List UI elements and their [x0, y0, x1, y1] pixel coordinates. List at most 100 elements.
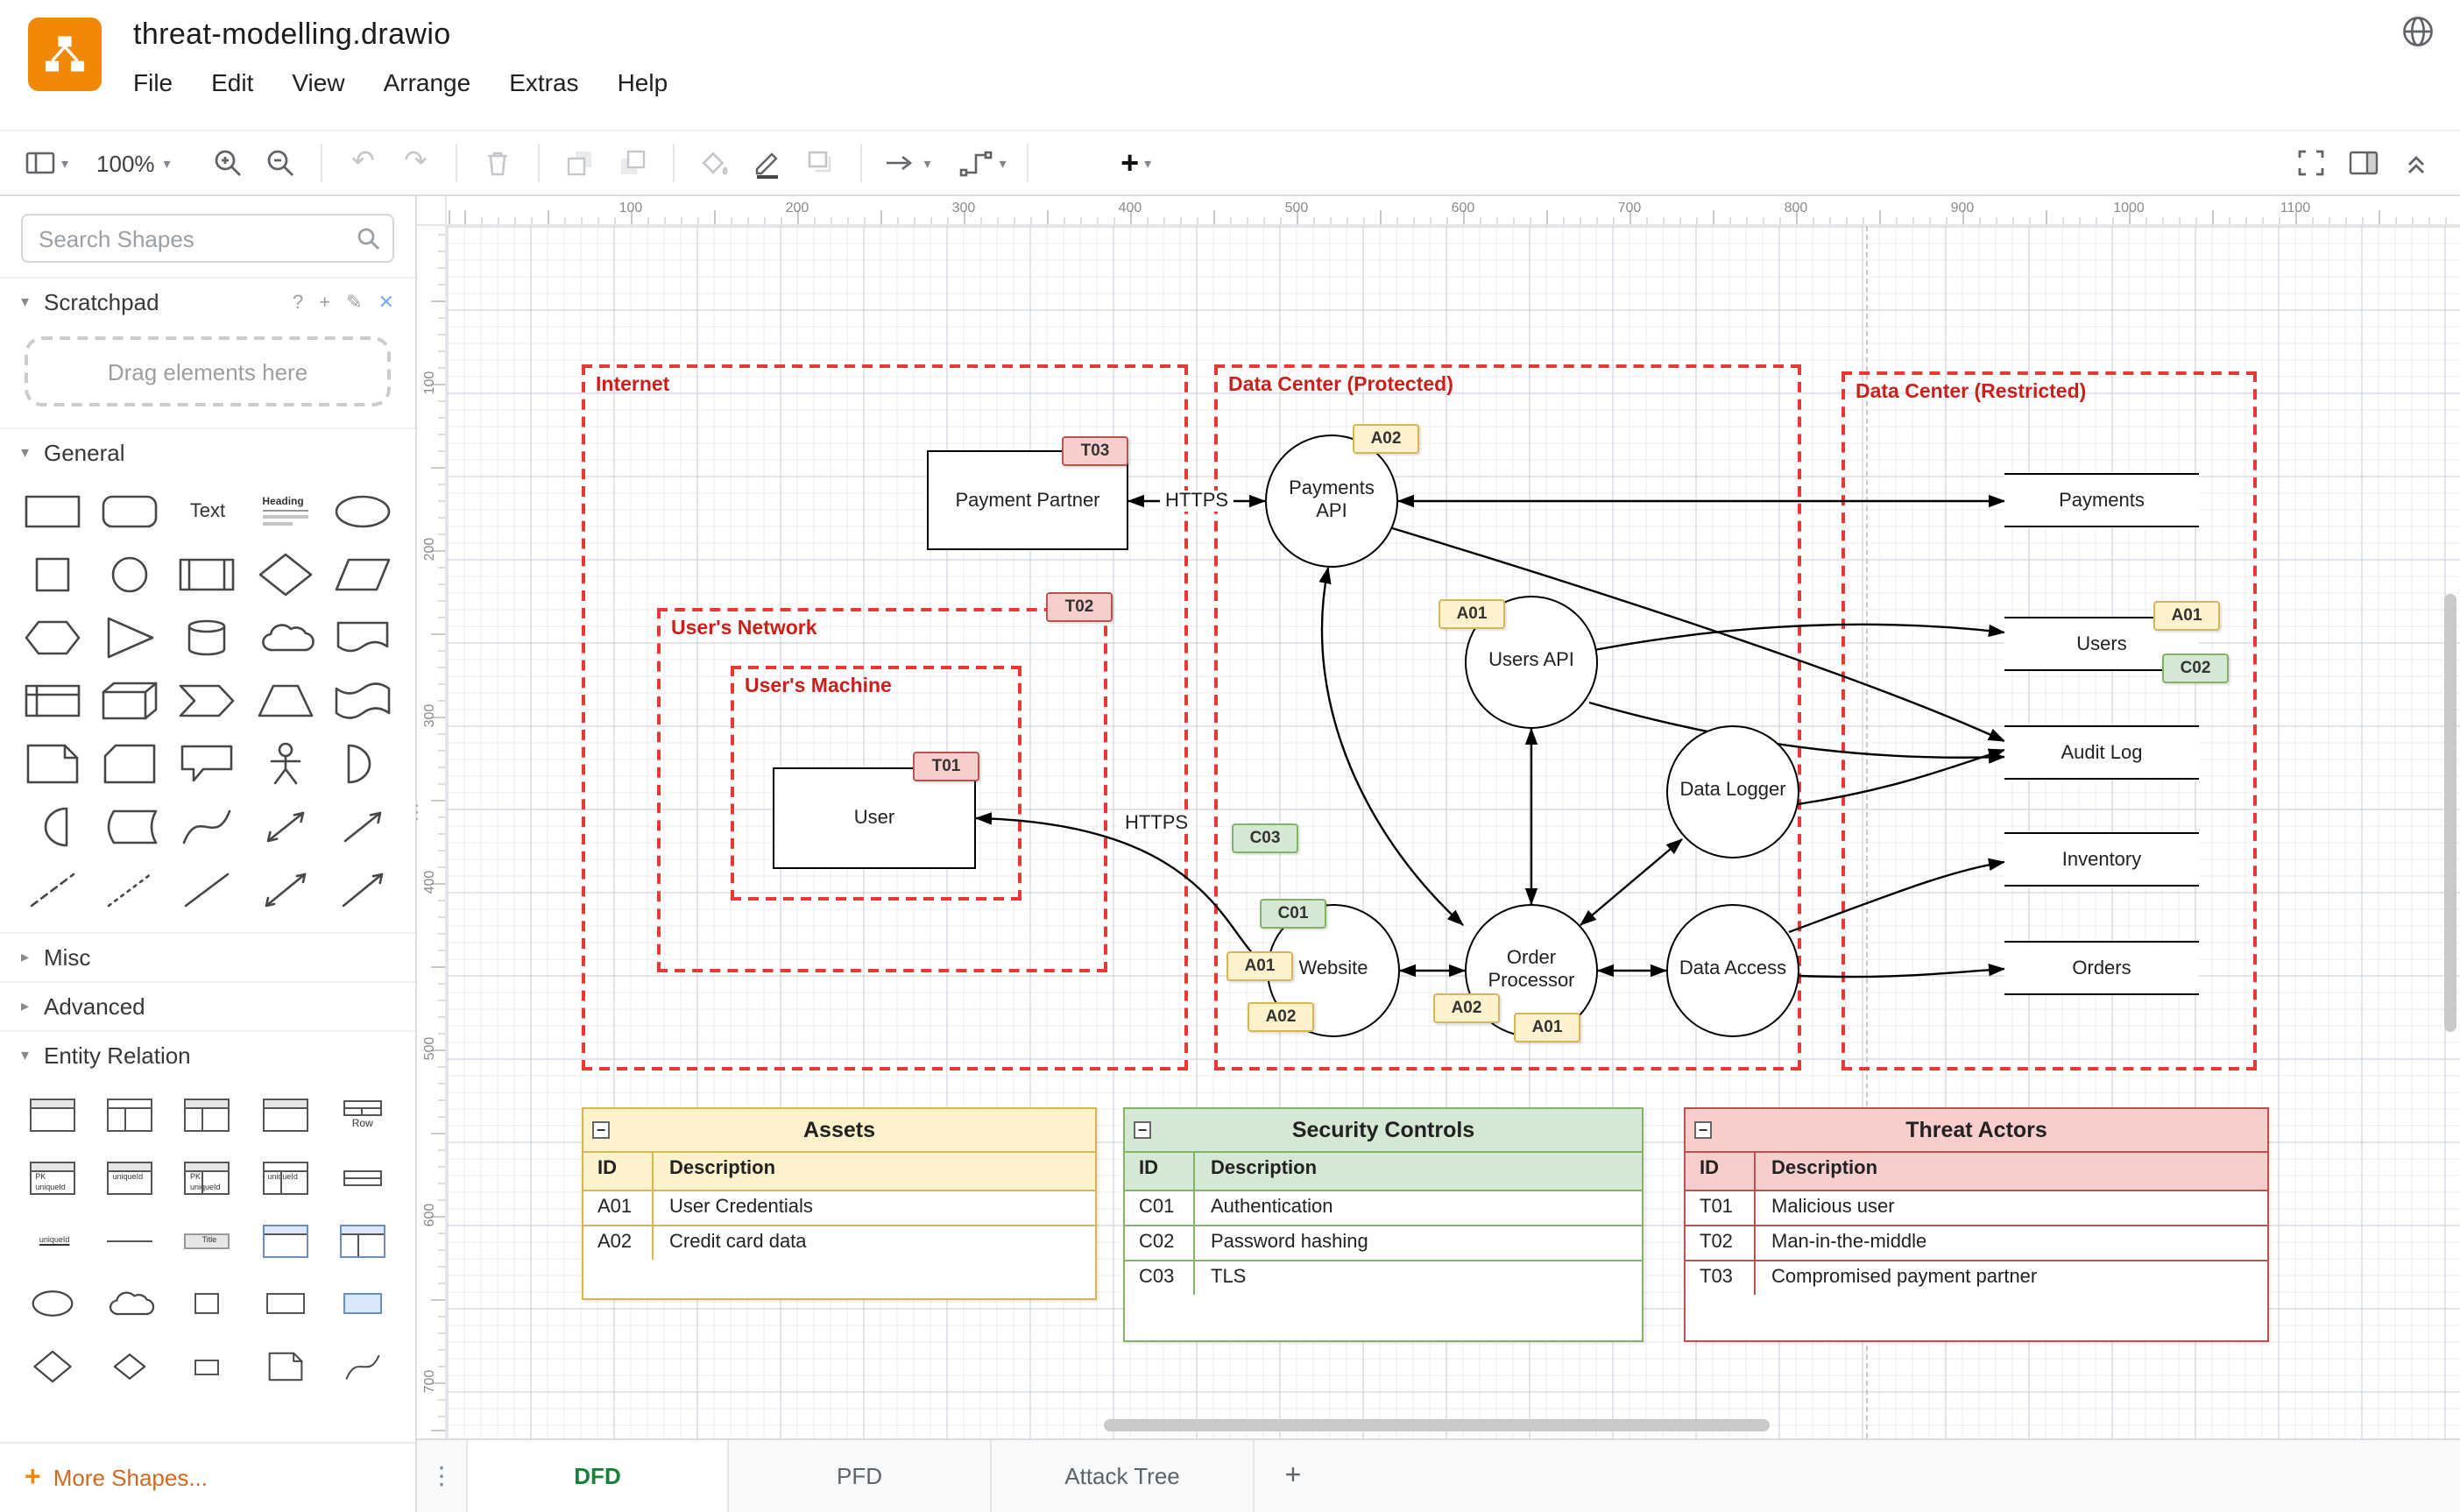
store-inventory[interactable]: Inventory — [2004, 832, 2199, 887]
shape-rounded-rectangle[interactable] — [91, 480, 168, 543]
shape-actor[interactable] — [246, 732, 323, 795]
shape-callout[interactable] — [169, 732, 246, 795]
section-entity-relation[interactable]: ▾ Entity Relation — [0, 1030, 415, 1079]
drawio-logo-icon[interactable] — [28, 18, 102, 91]
scratchpad-add-icon[interactable]: + — [319, 292, 330, 313]
table-row[interactable]: T01Malicious user — [1686, 1190, 2267, 1225]
store-audit-log[interactable]: Audit Log — [2004, 725, 2199, 780]
shape-rectangle[interactable] — [14, 480, 91, 543]
shape-process[interactable] — [169, 543, 246, 606]
er-shape-entity-blue[interactable] — [324, 1272, 401, 1335]
menu-edit[interactable]: Edit — [211, 68, 253, 96]
er-shape-table-unique[interactable]: uniqueId — [91, 1146, 168, 1209]
horizontal-scrollbar[interactable] — [1104, 1419, 1770, 1431]
scratchpad-close-icon[interactable]: ✕ — [378, 291, 394, 314]
table-row[interactable]: T02Man-in-the-middle — [1686, 1225, 2267, 1260]
menu-extras[interactable]: Extras — [509, 68, 578, 96]
er-shape-item[interactable] — [169, 1335, 246, 1398]
er-shape-note[interactable] — [246, 1335, 323, 1398]
shape-line[interactable] — [169, 858, 246, 922]
to-front-button[interactable] — [555, 138, 607, 187]
store-payments[interactable]: Payments — [2004, 473, 2199, 527]
insert-button[interactable]: + ▾ — [1110, 138, 1163, 187]
shape-step[interactable] — [169, 669, 246, 732]
waypoint-style-button[interactable]: ▾ — [952, 138, 1014, 187]
scratchpad-help-icon[interactable]: ? — [293, 292, 303, 313]
shape-cloud[interactable] — [246, 606, 323, 669]
to-back-button[interactable] — [607, 138, 660, 187]
table-assets[interactable]: −AssetsIDDescriptionA01User CredentialsA… — [582, 1107, 1097, 1300]
fullscreen-button[interactable] — [2285, 138, 2337, 187]
table-row[interactable]: C03TLS — [1125, 1260, 1642, 1295]
tab-dfd[interactable]: DFD — [466, 1440, 729, 1512]
pages-menu-button[interactable]: ⋮ — [417, 1440, 466, 1512]
table-row[interactable]: C01Authentication — [1125, 1190, 1642, 1225]
shape-hexagon[interactable] — [14, 606, 91, 669]
language-globe-icon[interactable] — [2400, 14, 2435, 58]
er-shape-table-1[interactable] — [14, 1083, 91, 1146]
format-panel-button[interactable] — [2337, 138, 2390, 187]
badge-a02[interactable]: A02 — [1248, 1002, 1314, 1032]
badge-c03[interactable]: C03 — [1232, 823, 1298, 853]
table-row[interactable]: A01User Credentials — [583, 1190, 1095, 1225]
er-shape-title[interactable]: Title — [169, 1209, 246, 1272]
table-security-controls[interactable]: −Security ControlsIDDescriptionC01Authen… — [1123, 1107, 1644, 1342]
shape-dashed-line[interactable] — [14, 858, 91, 922]
node-payments-api[interactable]: Payments API — [1265, 435, 1398, 568]
edge-users-api-audit-log[interactable] — [1589, 703, 2004, 758]
shape-dotted-line[interactable] — [91, 858, 168, 922]
er-shape-diamond-2[interactable] — [91, 1335, 168, 1398]
shape-cube[interactable] — [91, 669, 168, 732]
shape-card[interactable] — [91, 732, 168, 795]
tab-attack-tree[interactable]: Attack Tree — [992, 1440, 1255, 1512]
document-title[interactable]: threat-modelling.drawio — [133, 18, 668, 53]
er-shape-curve[interactable] — [324, 1335, 401, 1398]
section-advanced[interactable]: ▸ Advanced — [0, 981, 415, 1030]
badge-a01[interactable]: A01 — [1226, 951, 1293, 981]
badge-c01[interactable]: C01 — [1260, 899, 1326, 929]
badge-a01[interactable]: A01 — [1514, 1013, 1580, 1042]
fill-color-button[interactable] — [689, 138, 742, 187]
sidebar-resize-handle[interactable]: ⋮ — [410, 785, 424, 837]
badge-t02[interactable]: T02 — [1046, 592, 1113, 622]
zoom-level-button[interactable]: 100% ▾ — [86, 138, 178, 187]
er-shape-table-2[interactable] — [91, 1083, 168, 1146]
page-view-button[interactable]: ▾ — [18, 138, 75, 187]
edge-users-api-users[interactable] — [1594, 625, 2004, 650]
shape-cylinder[interactable] — [169, 606, 246, 669]
shape-text[interactable]: Text — [169, 480, 246, 543]
er-shape-table-pk-2[interactable]: PK uniqueId — [169, 1146, 246, 1209]
line-color-button[interactable] — [742, 138, 795, 187]
er-shape-line[interactable] — [91, 1209, 168, 1272]
zoom-out-button[interactable] — [255, 138, 308, 187]
table-row[interactable]: T03Compromised payment partner — [1686, 1260, 2267, 1295]
store-orders[interactable]: Orders — [2004, 941, 2199, 995]
shape-trapezoid[interactable] — [246, 669, 323, 732]
menu-arrange[interactable]: Arrange — [384, 68, 471, 96]
er-shape-entity-square[interactable] — [169, 1272, 246, 1335]
shape-directional-connector[interactable] — [324, 858, 401, 922]
section-general[interactable]: ▾ General — [0, 427, 415, 477]
edge-order-processor-data-logger[interactable] — [1580, 839, 1682, 925]
shape-diamond[interactable] — [246, 543, 323, 606]
more-shapes-button[interactable]: + More Shapes... — [0, 1442, 415, 1512]
connection-style-button[interactable]: ▾ — [877, 138, 938, 187]
er-shape-blue-table[interactable] — [246, 1209, 323, 1272]
add-page-button[interactable]: + — [1255, 1440, 1332, 1512]
edge-website-user[interactable] — [976, 818, 1267, 964]
tab-pfd[interactable]: PFD — [729, 1440, 992, 1512]
badge-c02[interactable]: C02 — [2162, 654, 2229, 683]
menu-file[interactable]: File — [133, 68, 173, 96]
shape-parallelogram[interactable] — [324, 543, 401, 606]
undo-button[interactable]: ↶ — [337, 138, 390, 187]
zoom-in-button[interactable] — [202, 138, 255, 187]
node-data-access[interactable]: Data Access — [1666, 904, 1799, 1037]
shape-ellipse[interactable] — [324, 480, 401, 543]
er-shape-cloud[interactable] — [91, 1272, 168, 1335]
menu-help[interactable]: Help — [618, 68, 668, 96]
shape-document[interactable] — [324, 606, 401, 669]
badge-t01[interactable]: T01 — [913, 752, 979, 781]
shape-data-storage[interactable] — [91, 795, 168, 858]
er-shape-table-4[interactable] — [246, 1083, 323, 1146]
edge-data-access-orders[interactable] — [1799, 969, 2004, 977]
